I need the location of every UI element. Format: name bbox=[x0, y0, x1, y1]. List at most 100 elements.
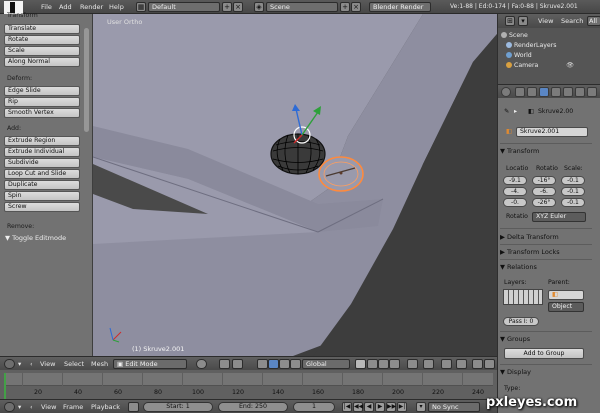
scale-button[interactable]: Scale bbox=[4, 46, 80, 56]
outliner-editor-icon[interactable]: ⊞ bbox=[505, 16, 515, 26]
extrude-individual-button[interactable]: Extrude Individual bbox=[4, 147, 80, 157]
render-engine-select[interactable]: Blender Render bbox=[369, 2, 431, 12]
orientation-select[interactable]: Global bbox=[302, 359, 350, 369]
extrude-region-button[interactable]: Extrude Region bbox=[4, 136, 80, 146]
data-tab-icon[interactable] bbox=[575, 87, 585, 97]
screen-layout-select[interactable]: Default bbox=[148, 2, 220, 12]
outliner-filter-all[interactable]: All bbox=[587, 16, 600, 26]
outliner-display-icon[interactable]: ▾ bbox=[518, 16, 528, 26]
play-icon[interactable]: ▶ bbox=[375, 402, 385, 412]
scene-select[interactable]: Scene bbox=[266, 2, 338, 12]
display-panel-header[interactable]: ▼ Display bbox=[500, 368, 531, 376]
smooth-vertex-button[interactable]: Smooth Vertex bbox=[4, 108, 80, 118]
edge-select-icon[interactable] bbox=[378, 359, 389, 369]
timeline-editor-icon[interactable] bbox=[4, 402, 15, 412]
end-frame-field[interactable]: End: 250 bbox=[218, 402, 288, 412]
outliner-row-renderlayers[interactable]: RenderLayers bbox=[498, 41, 600, 50]
toggle-editmode-panel[interactable]: ▼ Toggle Editmode bbox=[5, 234, 66, 242]
duplicate-button[interactable]: Duplicate bbox=[4, 180, 80, 190]
layer-grid[interactable] bbox=[503, 289, 543, 305]
remove-layout-button[interactable]: × bbox=[233, 2, 243, 12]
timeline-chevron-icon[interactable]: ▾ bbox=[18, 403, 21, 411]
timeline-track[interactable] bbox=[4, 373, 493, 386]
pass-index-field[interactable]: Pass I: 0 bbox=[503, 317, 539, 326]
scale-x-field[interactable]: -0.1 bbox=[561, 176, 585, 185]
vertex-select-icon[interactable] bbox=[367, 359, 378, 369]
translate-manipulator-icon[interactable] bbox=[268, 359, 279, 369]
editor-type-icon[interactable] bbox=[4, 359, 15, 369]
rotation-y-field[interactable]: -6. bbox=[532, 187, 556, 196]
rotate-manipulator-icon[interactable] bbox=[279, 359, 290, 369]
preview-range-icon[interactable] bbox=[128, 402, 139, 412]
screen-layout-icon[interactable]: ▦ bbox=[136, 2, 146, 12]
rotation-z-field[interactable]: -26° bbox=[532, 198, 556, 207]
outliner-row-scene[interactable]: Scene bbox=[498, 31, 600, 40]
outliner-menu-search[interactable]: Search bbox=[561, 17, 583, 25]
timeline[interactable]: 20 40 60 80 100 120 140 160 180 200 220 240 bbox=[0, 370, 497, 399]
3d-viewport[interactable]: User Ortho (1) Skruve2.001 bbox=[93, 14, 497, 356]
menu-view[interactable]: View bbox=[40, 360, 55, 368]
spin-button[interactable]: Spin bbox=[4, 191, 80, 201]
timeline-collapse-icon[interactable]: ‹ bbox=[30, 403, 33, 411]
proportional-edit-icon[interactable] bbox=[423, 359, 434, 369]
edge-slide-button[interactable]: Edge Slide bbox=[4, 86, 80, 96]
opengl-render-icon[interactable] bbox=[472, 359, 483, 369]
location-x-field[interactable]: -9.1 bbox=[503, 176, 527, 185]
prev-keyframe-icon[interactable]: ◀◀ bbox=[353, 402, 363, 412]
layer-grid-icon[interactable] bbox=[355, 359, 366, 369]
menu-select[interactable]: Select bbox=[64, 360, 84, 368]
jump-end-icon[interactable]: ▶| bbox=[397, 402, 407, 412]
menu-help[interactable]: Help bbox=[109, 3, 124, 11]
add-to-group-button[interactable]: Add to Group bbox=[504, 348, 584, 359]
rotate-button[interactable]: Rotate bbox=[4, 35, 80, 45]
menu-add[interactable]: Add bbox=[59, 3, 72, 11]
screw-button[interactable]: Screw bbox=[4, 202, 80, 212]
rotation-x-field[interactable]: -16° bbox=[532, 176, 556, 185]
location-z-field[interactable]: -0. bbox=[503, 198, 527, 207]
sync-select[interactable]: No Sync bbox=[428, 402, 480, 412]
mode-select[interactable]: ▣ Edit Mode bbox=[113, 359, 187, 369]
add-scene-button[interactable]: + bbox=[340, 2, 350, 12]
manipulator-toggle-icon[interactable] bbox=[257, 359, 268, 369]
object-name-field[interactable]: Skruve2.001 bbox=[516, 127, 588, 137]
start-frame-field[interactable]: Start: 1 bbox=[143, 402, 213, 412]
loop-cut-slide-button[interactable]: Loop Cut and Slide bbox=[4, 169, 80, 179]
timeline-menu-playback[interactable]: Playback bbox=[91, 403, 120, 411]
viewport-shading-icon[interactable] bbox=[196, 359, 207, 369]
add-layout-button[interactable]: + bbox=[222, 2, 232, 12]
remove-scene-button[interactable]: × bbox=[351, 2, 361, 12]
chevron-down-icon[interactable]: ▾ bbox=[18, 360, 21, 368]
scene-tab-icon[interactable] bbox=[527, 87, 537, 97]
scale-z-field[interactable]: -0.1 bbox=[561, 198, 585, 207]
menu-file[interactable]: File bbox=[41, 3, 52, 11]
along-normal-button[interactable]: Along Normal bbox=[4, 57, 80, 67]
material-tab-icon[interactable] bbox=[587, 87, 597, 97]
properties-editor-icon[interactable] bbox=[501, 87, 511, 97]
next-keyframe-icon[interactable]: ▶▶ bbox=[386, 402, 396, 412]
pivot-point-icon[interactable] bbox=[219, 359, 230, 369]
rip-button[interactable]: Rip bbox=[4, 97, 80, 107]
rotation-mode-select[interactable]: XYZ Euler bbox=[532, 212, 586, 222]
timeline-menu-view[interactable]: View bbox=[41, 403, 56, 411]
pivot-align-icon[interactable] bbox=[232, 359, 243, 369]
modifiers-tab-icon[interactable] bbox=[563, 87, 573, 97]
subdivide-button[interactable]: Subdivide bbox=[4, 158, 80, 168]
menu-mesh[interactable]: Mesh bbox=[91, 360, 108, 368]
outliner-row-world[interactable]: World bbox=[498, 51, 600, 60]
menu-render[interactable]: Render bbox=[80, 3, 103, 11]
delta-transform-panel-header[interactable]: ▶ Delta Transform bbox=[500, 233, 559, 241]
location-y-field[interactable]: -4. bbox=[503, 187, 527, 196]
collapse-menu-icon[interactable]: ‹ bbox=[30, 360, 33, 368]
snap-element-icon[interactable] bbox=[456, 359, 467, 369]
transform-locks-panel-header[interactable]: ▶ Transform Locks bbox=[500, 248, 560, 256]
relations-panel-header[interactable]: ▼ Relations bbox=[500, 263, 537, 271]
current-frame-field[interactable]: 1 bbox=[293, 402, 335, 412]
pin-icon[interactable]: ✎ bbox=[504, 108, 509, 115]
opengl-anim-icon[interactable] bbox=[484, 359, 495, 369]
frame-cursor[interactable] bbox=[4, 373, 6, 399]
translate-button[interactable]: Translate bbox=[4, 24, 80, 34]
scene-icon[interactable]: ◈ bbox=[254, 2, 264, 12]
groups-panel-header[interactable]: ▼ Groups bbox=[500, 335, 530, 343]
jump-start-icon[interactable]: |◀ bbox=[342, 402, 352, 412]
snap-toggle-icon[interactable] bbox=[441, 359, 452, 369]
